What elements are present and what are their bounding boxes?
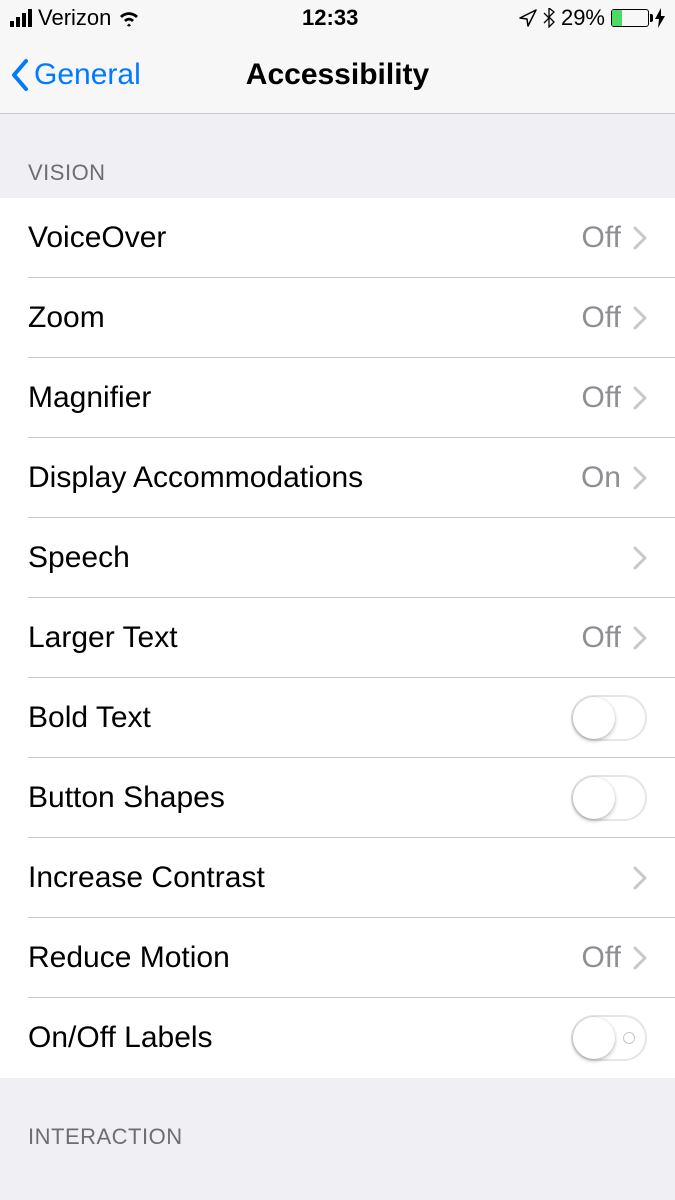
status-right: 29% [519,5,665,31]
row-voiceover[interactable]: VoiceOver Off [0,198,675,278]
chevron-right-icon [633,946,647,970]
row-increase-contrast[interactable]: Increase Contrast [0,838,675,918]
cellular-signal-icon [10,9,32,27]
carrier-label: Verizon [38,5,111,31]
vision-group: VoiceOver Off Zoom Off Magnifier Off Dis… [0,198,675,1078]
row-value: Off [582,381,621,415]
row-value: Off [582,621,621,655]
row-value: Off [582,221,621,255]
row-magnifier[interactable]: Magnifier Off [0,358,675,438]
section-header-vision: VISION [0,114,675,198]
row-value: Off [582,941,621,975]
bluetooth-icon [543,8,555,28]
row-label: On/Off Labels [28,1021,571,1055]
toggle-bold-text[interactable] [571,695,647,741]
row-value: On [581,461,621,495]
chevron-right-icon [633,386,647,410]
section-header-interaction: INTERACTION [0,1078,675,1162]
row-label: Magnifier [28,381,582,415]
chevron-right-icon [633,466,647,490]
chevron-right-icon [633,626,647,650]
row-label: Bold Text [28,701,571,735]
clock: 12:33 [302,5,358,31]
back-label: General [34,58,141,92]
row-value: Off [582,301,621,335]
status-left: Verizon [10,5,141,31]
row-reduce-motion[interactable]: Reduce Motion Off [0,918,675,998]
battery-icon [611,9,649,27]
toggle-button-shapes[interactable] [571,775,647,821]
row-label: Larger Text [28,621,582,655]
row-label: Button Shapes [28,781,571,815]
row-label: Increase Contrast [28,861,633,895]
page-title: Accessibility [246,58,429,92]
row-label: Display Accommodations [28,461,581,495]
row-larger-text[interactable]: Larger Text Off [0,598,675,678]
chevron-right-icon [633,226,647,250]
chevron-right-icon [633,546,647,570]
wifi-icon [117,9,141,27]
row-display-accommodations[interactable]: Display Accommodations On [0,438,675,518]
row-onoff-labels: On/Off Labels [0,998,675,1078]
row-label: VoiceOver [28,221,582,255]
nav-bar: General Accessibility [0,36,675,114]
chevron-right-icon [633,866,647,890]
status-bar: Verizon 12:33 29% [0,0,675,36]
row-button-shapes: Button Shapes [0,758,675,838]
chevron-right-icon [633,306,647,330]
row-speech[interactable]: Speech [0,518,675,598]
battery-percent: 29% [561,5,605,31]
row-label: Reduce Motion [28,941,582,975]
row-bold-text: Bold Text [0,678,675,758]
toggle-onoff-labels[interactable] [571,1015,647,1061]
row-zoom[interactable]: Zoom Off [0,278,675,358]
back-button[interactable]: General [8,36,141,113]
chevron-left-icon [8,57,30,93]
row-label: Zoom [28,301,582,335]
charging-icon [655,8,665,28]
row-label: Speech [28,541,633,575]
location-icon [519,9,537,27]
